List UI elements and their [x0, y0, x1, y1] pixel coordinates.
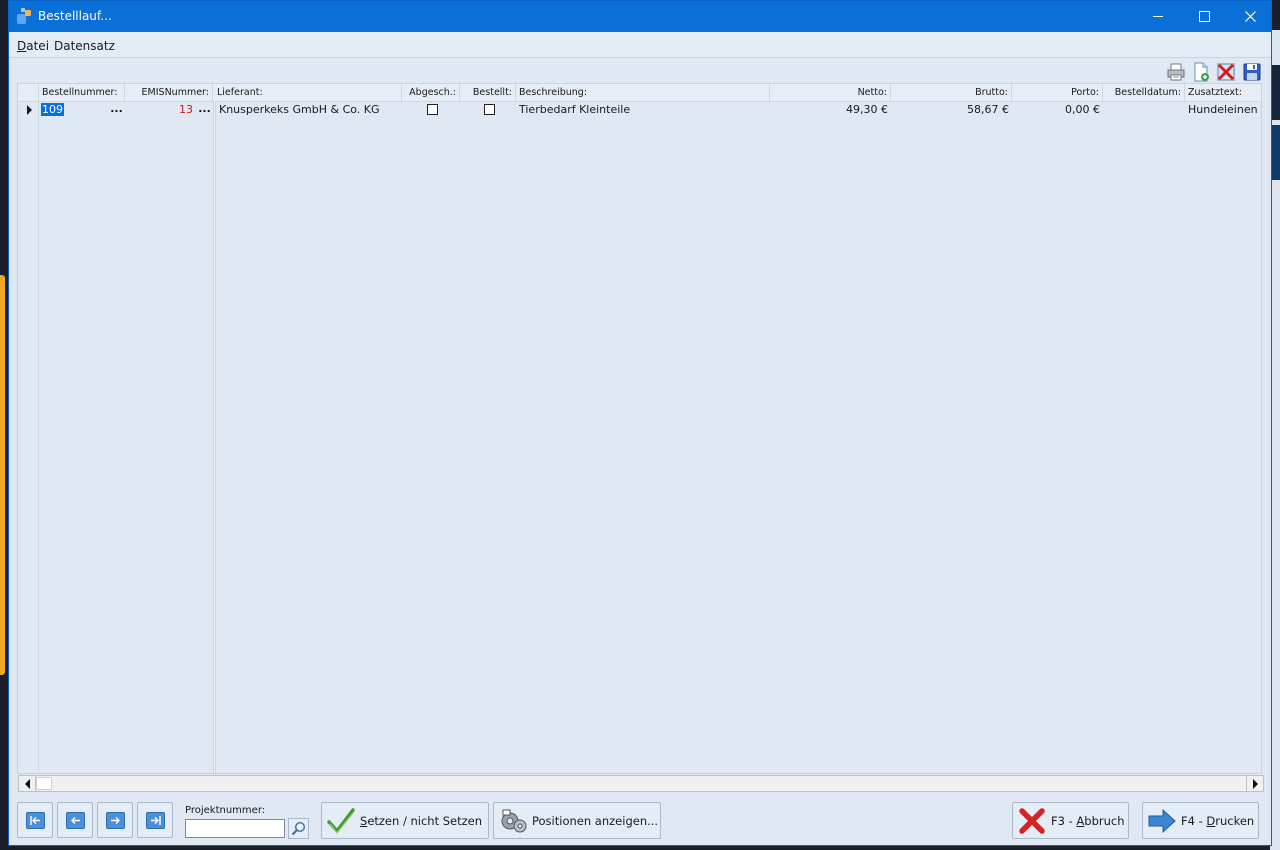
arrow-left-icon [24, 778, 30, 789]
emisnummer-lookup-button[interactable]: ... [196, 101, 213, 119]
abbruch-label-rest: bbruch [1084, 814, 1125, 828]
projektnummer-label: Projektnummer: [185, 805, 266, 816]
scroll-right-button[interactable] [1246, 776, 1263, 791]
orders-grid[interactable]: Bestellnummer: EMISNummer: Lieferant: Ab… [17, 83, 1262, 774]
drucken-prefix: F4 - [1181, 814, 1207, 828]
menu-datei-label: atei [26, 39, 50, 53]
drucken-label-rest: rucken [1215, 814, 1255, 828]
minimize-icon [1153, 16, 1163, 17]
delete-record-icon[interactable] [1216, 62, 1236, 82]
drucken-label: F4 - Drucken [1181, 814, 1254, 828]
header-bestellt[interactable]: Bestellt: [460, 84, 516, 101]
header-beschreibung[interactable]: Beschreibung: [516, 84, 770, 101]
previous-record-button[interactable] [57, 802, 93, 838]
app-icon [17, 8, 33, 24]
menu-datei-accel: D [17, 39, 27, 53]
abbruch-label: F3 - Abbruch [1051, 814, 1125, 828]
bestellnummer-lookup-button[interactable]: ... [108, 101, 125, 119]
header-porto[interactable]: Porto: [1012, 84, 1103, 101]
projekt-search-button[interactable] [288, 818, 309, 839]
abgeschlossen-checkbox[interactable] [427, 104, 438, 115]
bestelllauf-window: Bestelllauf... Datei Datensatz Bestellnu… [8, 0, 1272, 846]
projektnummer-input[interactable] [185, 819, 285, 838]
header-netto[interactable]: Netto: [770, 84, 891, 101]
cell-bestellnummer[interactable]: 109 [39, 101, 109, 119]
header-bestellnummer[interactable]: Bestellnummer: [39, 84, 125, 101]
drucken-accel: D [1206, 814, 1216, 828]
header-zusatztext[interactable]: Zusatztext: [1185, 84, 1261, 101]
frozen-column-divider [213, 101, 216, 773]
setzen-button[interactable]: Setzen / nicht Setzen [321, 802, 489, 839]
cell-zusatztext[interactable]: Hundeleinen [1185, 101, 1261, 119]
menu-bar: Datei Datensatz [9, 32, 1271, 58]
last-record-button[interactable] [137, 802, 173, 838]
last-icon [150, 815, 161, 825]
header-emisnummer[interactable]: EMISNummer: [125, 84, 213, 101]
scrollbar-thumb[interactable] [36, 777, 52, 790]
arrow-right-icon [110, 816, 120, 824]
bestellnummer-value: 109 [41, 103, 64, 116]
table-row[interactable]: 109 ... 13 ... Knusperkeks GmbH & Co. KG… [18, 101, 1261, 119]
cell-beschreibung[interactable]: Tierbedarf Kleinteile [516, 101, 770, 119]
cell-brutto[interactable]: 58,67 € [891, 101, 1012, 119]
header-indicator [18, 84, 39, 101]
drucken-button[interactable]: F4 - Drucken [1142, 802, 1259, 839]
gears-icon [501, 809, 527, 833]
scroll-left-button[interactable] [19, 776, 36, 791]
grid-header: Bestellnummer: EMISNummer: Lieferant: Ab… [18, 84, 1261, 102]
positionen-label: Positionen anzeigen... [532, 814, 659, 828]
maximize-icon [1198, 11, 1210, 22]
indicator-divider [38, 84, 39, 773]
abbruch-button[interactable]: F3 - Abbruch [1012, 802, 1129, 839]
title-bar[interactable]: Bestelllauf... [9, 1, 1271, 32]
emisnummer-value: 13 [179, 103, 193, 116]
bestellt-checkbox[interactable] [484, 104, 495, 115]
window-title: Bestelllauf... [38, 9, 112, 23]
cell-bestelldatum[interactable] [1103, 101, 1185, 119]
checkmark-icon [327, 808, 355, 834]
header-brutto[interactable]: Brutto: [891, 84, 1012, 101]
setzen-label-rest: etzen / nicht Setzen [367, 814, 483, 828]
menu-datei[interactable]: Datei [17, 39, 49, 53]
header-lieferant[interactable]: Lieferant: [214, 84, 402, 101]
cancel-icon [1019, 808, 1045, 834]
abbruch-prefix: F3 - [1051, 814, 1077, 828]
printer-icon[interactable] [1166, 62, 1186, 82]
next-record-button[interactable] [97, 802, 133, 838]
first-icon [29, 815, 40, 825]
first-record-button[interactable] [17, 802, 53, 838]
cell-emisnummer[interactable]: 13 [125, 101, 196, 119]
setzen-label: Setzen / nicht Setzen [360, 814, 482, 828]
header-bestelldatum[interactable]: Bestelldatum: [1103, 84, 1185, 101]
close-icon [1244, 11, 1256, 22]
cell-netto[interactable]: 49,30 € [770, 101, 891, 119]
desktop-accent [0, 275, 5, 675]
save-icon[interactable] [1242, 62, 1262, 82]
minimize-button[interactable] [1135, 1, 1181, 32]
positionen-anzeigen-button[interactable]: Positionen anzeigen... [493, 802, 661, 839]
search-icon [291, 821, 306, 836]
cell-porto[interactable]: 0,00 € [1012, 101, 1103, 119]
arrow-right-icon [1252, 778, 1258, 789]
cell-lieferant[interactable]: Knusperkeks GmbH & Co. KG [216, 101, 402, 119]
new-record-icon[interactable] [1191, 62, 1211, 82]
arrow-left-icon [70, 816, 80, 824]
header-abgeschlossen[interactable]: Abgesch.: [402, 84, 460, 101]
horizontal-scrollbar[interactable] [18, 775, 1264, 792]
menu-datensatz[interactable]: Datensatz [54, 39, 115, 53]
close-button[interactable] [1227, 1, 1273, 32]
maximize-button[interactable] [1181, 1, 1227, 32]
arrow-right-icon [1148, 808, 1176, 834]
